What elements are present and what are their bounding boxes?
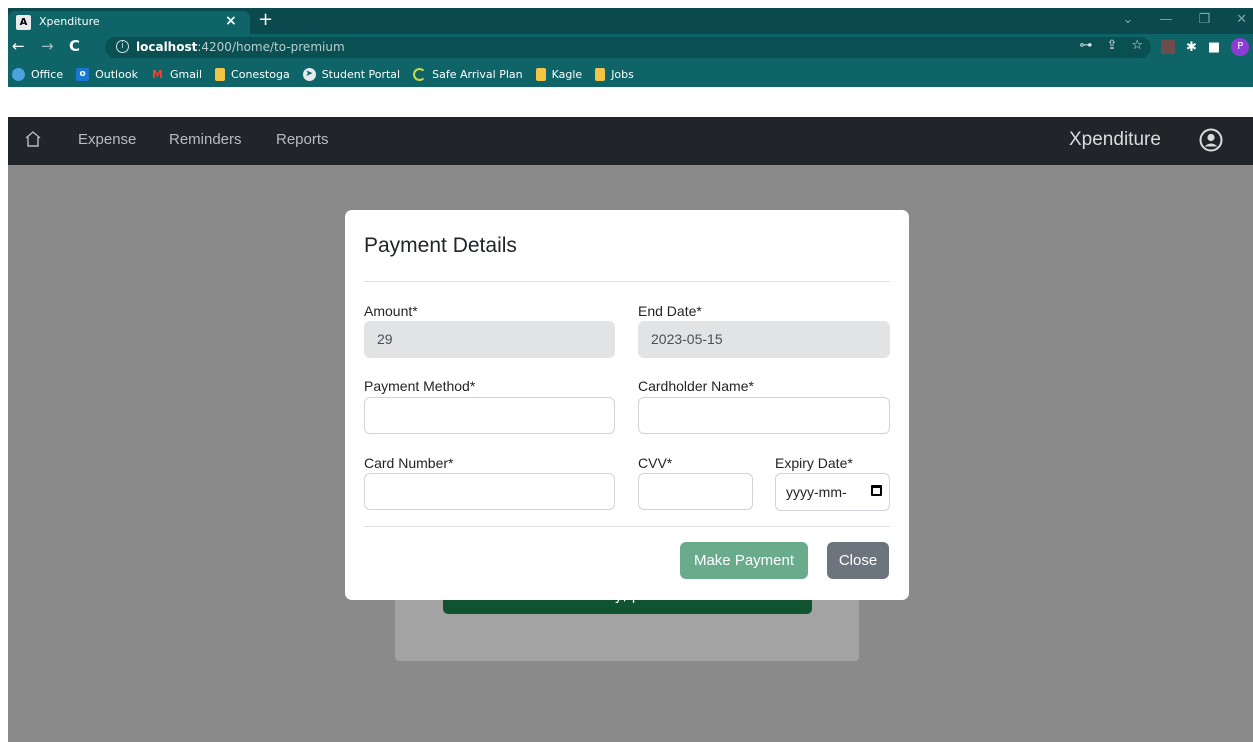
new-tab-icon[interactable]: + bbox=[258, 9, 273, 30]
cardholder-name-label: Cardholder Name* bbox=[638, 378, 754, 394]
share-icon[interactable]: ⇪ bbox=[1106, 38, 1117, 53]
extension-icons: ✱ ■ P ⋮ bbox=[1161, 38, 1253, 56]
make-payment-button[interactable]: Make Payment bbox=[680, 542, 808, 579]
app-navbar: Expense Reminders Reports Xpenditure bbox=[8, 117, 1253, 165]
close-button[interactable]: Close bbox=[827, 542, 889, 579]
bookmark-safe-arrival-plan[interactable]: Safe Arrival Plan bbox=[413, 67, 523, 81]
cvv-input[interactable] bbox=[638, 473, 753, 510]
forward-icon[interactable]: → bbox=[41, 37, 54, 55]
expiry-date-placeholder: yyyy-mm- bbox=[786, 484, 847, 500]
modal-title: Payment Details bbox=[364, 234, 517, 257]
folder-icon bbox=[595, 67, 606, 81]
bookmark-student-portal[interactable]: ➤ Student Portal bbox=[302, 67, 401, 81]
browser-tab[interactable]: A Xpenditure × bbox=[8, 11, 250, 34]
amount-field: 29 bbox=[364, 321, 615, 358]
password-key-icon[interactable]: ⊶ bbox=[1079, 38, 1092, 53]
payment-method-label: Payment Method* bbox=[364, 378, 476, 394]
address-bar[interactable]: i localhost:4200/home/to-premium ⊶ ⇪ ☆ bbox=[105, 37, 1151, 58]
omnibox-actions: ⊶ ⇪ ☆ bbox=[1079, 38, 1143, 53]
gmail-icon: M bbox=[151, 67, 163, 81]
user-profile-icon[interactable] bbox=[1199, 128, 1223, 152]
bookmark-office[interactable]: Office bbox=[12, 67, 64, 81]
end-date-label: End Date* bbox=[638, 303, 702, 319]
browser-tab-bar: A Xpenditure × + ⌄ — ❐ ✕ bbox=[8, 8, 1253, 34]
app-brand[interactable]: Xpenditure bbox=[1069, 129, 1161, 151]
bookmark-star-icon[interactable]: ☆ bbox=[1131, 38, 1143, 53]
card-number-label: Card Number* bbox=[364, 455, 454, 471]
cardholder-name-input[interactable] bbox=[638, 397, 890, 434]
back-icon[interactable]: ← bbox=[12, 37, 25, 55]
bookmark-label: Gmail bbox=[169, 67, 203, 81]
reload-icon[interactable]: C bbox=[69, 37, 80, 55]
card-number-input[interactable] bbox=[364, 473, 615, 510]
restore-icon[interactable]: ❐ bbox=[1198, 12, 1210, 27]
tab-title: Xpenditure bbox=[39, 15, 100, 28]
site-info-icon[interactable]: i bbox=[116, 40, 129, 53]
nav-link-expense[interactable]: Expense bbox=[78, 131, 136, 148]
outlook-icon: o bbox=[76, 67, 90, 81]
end-date-field: 2023-05-15 bbox=[638, 321, 890, 358]
loading-icon bbox=[413, 67, 427, 81]
nav-link-reminders[interactable]: Reminders bbox=[169, 131, 242, 148]
expiry-date-label: Expiry Date* bbox=[775, 455, 853, 471]
profile-avatar-icon[interactable]: P bbox=[1231, 38, 1250, 56]
bookmarks-bar: Office o Outlook M Gmail Conestoga ➤ Stu… bbox=[8, 61, 1253, 87]
url-text: localhost:4200/home/to-premium bbox=[136, 40, 345, 54]
bookmark-label: Conestoga bbox=[231, 67, 290, 81]
window-controls: ⌄ — ❐ ✕ bbox=[1123, 12, 1247, 27]
bookmark-label: Outlook bbox=[95, 67, 138, 81]
angular-favicon-icon: A bbox=[16, 15, 31, 30]
calendar-icon[interactable] bbox=[871, 485, 882, 496]
bookmark-label: Student Portal bbox=[321, 67, 401, 81]
tab-search-icon[interactable]: ⌄ bbox=[1123, 12, 1134, 27]
minimize-icon[interactable]: — bbox=[1159, 12, 1172, 27]
window-close-icon[interactable]: ✕ bbox=[1236, 12, 1247, 27]
bookmark-label: Kagle bbox=[551, 67, 583, 81]
cvv-label: CVV* bbox=[638, 455, 673, 471]
browser-toolbar: ← → C i localhost:4200/home/to-premium ⊶… bbox=[8, 34, 1253, 61]
url-host: localhost bbox=[136, 40, 198, 54]
extension-icon[interactable] bbox=[1161, 40, 1175, 54]
folder-icon bbox=[215, 67, 226, 81]
bookmark-outlook[interactable]: o Outlook bbox=[76, 67, 138, 81]
expiry-date-input[interactable]: yyyy-mm- bbox=[775, 473, 890, 511]
extensions-puzzle-icon[interactable]: ✱ bbox=[1186, 40, 1197, 55]
side-panel-icon[interactable]: ■ bbox=[1208, 40, 1220, 55]
bookmark-label: Jobs bbox=[611, 67, 634, 81]
url-path: :4200/home/to-premium bbox=[197, 40, 345, 54]
footer-divider bbox=[364, 526, 890, 527]
bookmark-jobs[interactable]: Jobs bbox=[595, 67, 634, 81]
bookmark-gmail[interactable]: M Gmail bbox=[151, 68, 202, 81]
nav-link-reports[interactable]: Reports bbox=[276, 131, 329, 148]
amount-label: Amount* bbox=[364, 303, 418, 319]
bookmark-label: Office bbox=[31, 67, 64, 81]
home-icon[interactable] bbox=[24, 130, 42, 148]
office-icon bbox=[12, 67, 25, 81]
bookmark-kagle[interactable]: Kagle bbox=[535, 67, 583, 81]
portal-icon: ➤ bbox=[302, 67, 316, 81]
header-divider bbox=[364, 281, 890, 282]
payment-details-modal: Payment Details Amount* 29 End Date* 202… bbox=[345, 210, 909, 600]
bookmark-label: Safe Arrival Plan bbox=[432, 67, 523, 81]
bookmark-conestoga[interactable]: Conestoga bbox=[215, 67, 290, 81]
payment-method-input[interactable] bbox=[364, 397, 615, 434]
tab-close-icon[interactable]: × bbox=[225, 13, 237, 29]
folder-icon bbox=[535, 67, 546, 81]
